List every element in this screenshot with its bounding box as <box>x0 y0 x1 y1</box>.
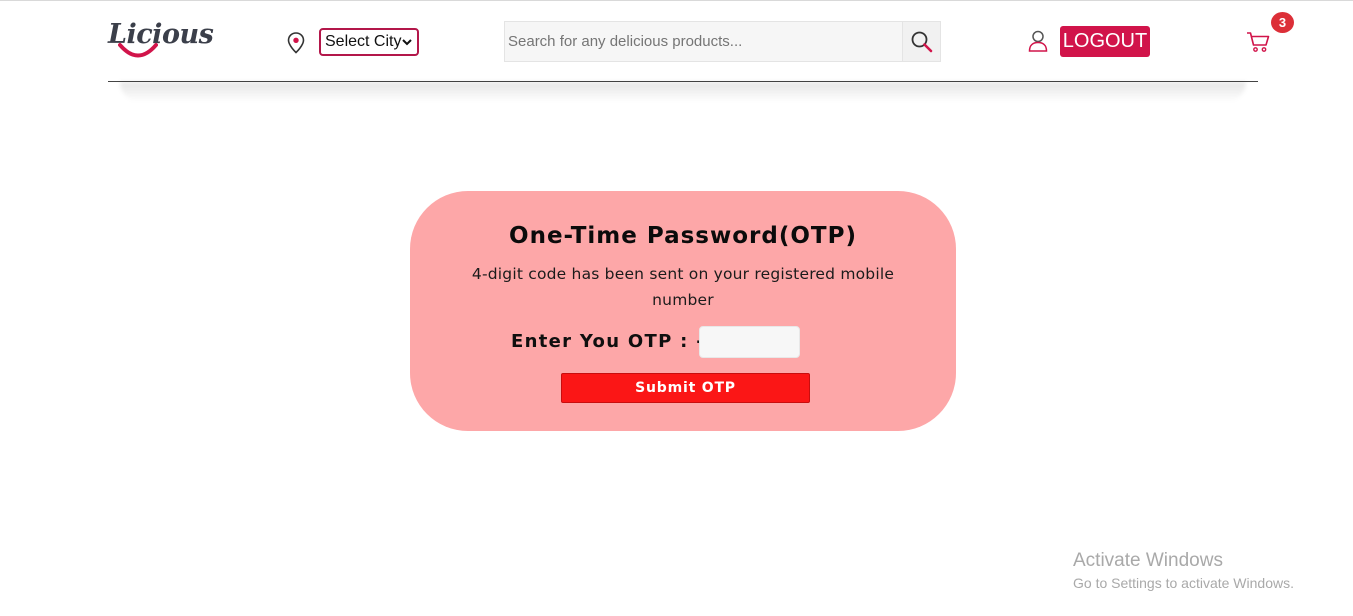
watermark-subtitle: Go to Settings to activate Windows. <box>1073 575 1294 591</box>
otp-card: One-Time Password(OTP) 4-digit code has … <box>410 191 956 431</box>
user-icon[interactable] <box>1028 30 1048 52</box>
windows-activation-watermark: Activate Windows Go to Settings to activ… <box>1073 549 1294 593</box>
logo-smile-icon <box>118 43 158 58</box>
watermark-title: Activate Windows <box>1073 550 1223 571</box>
search-icon <box>911 31 932 52</box>
header-shadow <box>120 82 1246 102</box>
otp-title: One-Time Password(OTP) <box>509 223 857 249</box>
licious-logo[interactable]: Licious <box>108 18 214 63</box>
site-header: Licious Select City LOGOUT 3 <box>108 1 1294 82</box>
city-select[interactable]: Select City <box>319 28 419 56</box>
search-button[interactable] <box>902 21 941 62</box>
search-bar <box>504 21 941 62</box>
cart-count-badge: 3 <box>1271 12 1294 33</box>
cart-icon[interactable] <box>1246 31 1271 53</box>
chevron-down-icon <box>402 39 412 46</box>
location-pin-icon <box>287 32 305 54</box>
otp-input[interactable] <box>699 326 800 358</box>
otp-label: Enter You OTP : - <box>511 331 705 352</box>
logout-button[interactable]: LOGOUT <box>1060 26 1150 57</box>
city-select-value: Select City <box>325 33 402 50</box>
search-input[interactable] <box>504 21 903 62</box>
otp-subtitle: 4-digit code has been sent on your regis… <box>471 265 895 309</box>
submit-otp-button[interactable]: Submit OTP <box>561 373 810 403</box>
